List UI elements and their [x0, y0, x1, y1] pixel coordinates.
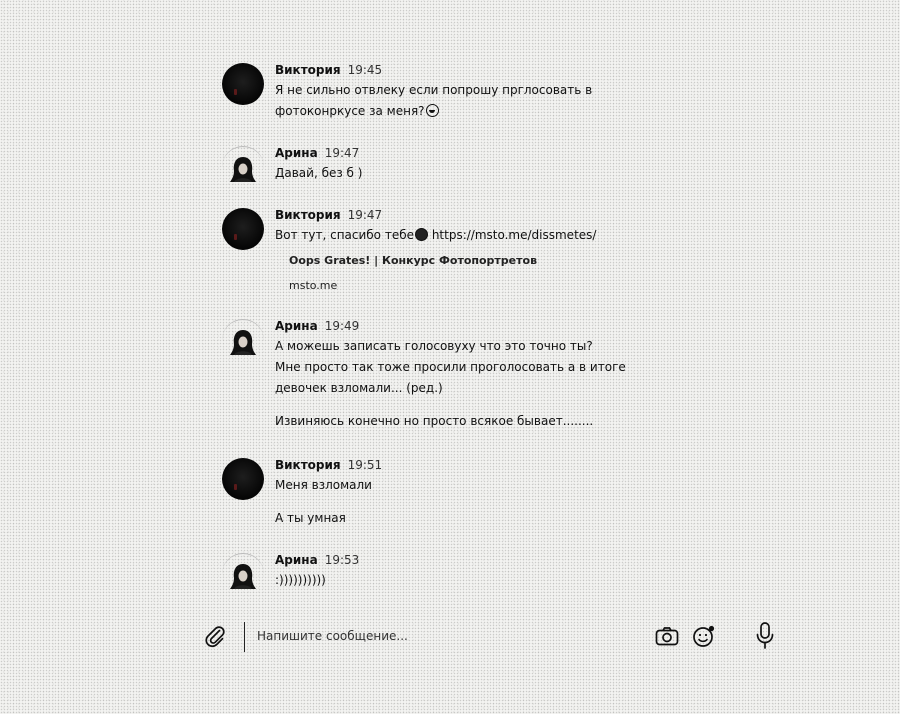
- message-time: 19:45: [347, 63, 383, 77]
- message-text-line: Вот тут, спасибо тебе https://msto.me/di…: [275, 225, 695, 246]
- message-text: А можешь записать голосовуху что это точ…: [275, 339, 593, 353]
- message-text-line: фотоконркусе за меня?: [275, 101, 695, 122]
- author-name[interactable]: Виктория: [275, 458, 341, 472]
- link-preview-url[interactable]: msto.me: [289, 273, 695, 299]
- avatar[interactable]: [222, 458, 264, 500]
- message-text: Давай, без б ): [275, 166, 363, 180]
- message-text: девочек взломали... (ред.): [275, 381, 443, 395]
- camera-button[interactable]: [652, 618, 682, 654]
- avatar[interactable]: [222, 208, 264, 250]
- message-text: Мне просто так тоже просили проголосоват…: [275, 360, 626, 374]
- message-input[interactable]: [257, 624, 627, 648]
- message-content: Арина 19:53 :)))))))))): [275, 553, 695, 591]
- author-name[interactable]: Арина: [275, 553, 318, 567]
- message-time: 19:47: [324, 146, 360, 160]
- message-header: Арина 19:53: [275, 553, 695, 568]
- link-preview[interactable]: Oops Grates! | Конкурс Фотопортретов mst…: [289, 249, 695, 299]
- message-time: 19:53: [324, 553, 360, 567]
- message-text: фотоконркусе за меня?: [275, 104, 425, 118]
- message-composer: [195, 618, 795, 658]
- link-preview-title[interactable]: Oops Grates! | Конкурс Фотопортретов: [289, 249, 695, 273]
- microphone-icon: [756, 622, 774, 649]
- message-text: Извиняюсь конечно но просто всякое бывае…: [275, 414, 594, 428]
- message-text: :)))))))))): [275, 573, 326, 587]
- sticker-icon: [693, 625, 715, 647]
- paperclip-icon: [205, 626, 225, 648]
- camera-icon: [655, 627, 679, 646]
- message-content: Арина 19:49 А можешь записать голосовуху …: [275, 319, 695, 432]
- avatar[interactable]: [222, 553, 264, 595]
- sticker-button[interactable]: [689, 618, 719, 654]
- message-text: А ты умная: [275, 511, 346, 525]
- message-text: Вот тут, спасибо тебе: [275, 228, 414, 242]
- portrait-icon: [230, 330, 256, 355]
- author-name[interactable]: Виктория: [275, 63, 341, 77]
- avatar[interactable]: [222, 63, 264, 105]
- message-header: Виктория 19:51: [275, 458, 695, 473]
- message-link[interactable]: https://msto.me/dissmetes/: [428, 228, 597, 242]
- message-content: Виктория 19:47 Вот тут, спасибо тебе http…: [275, 208, 695, 299]
- laughing-emoji-icon: [425, 104, 439, 117]
- portrait-icon: [230, 564, 256, 589]
- message-header: Арина 19:47: [275, 146, 695, 161]
- author-name[interactable]: Виктория: [275, 208, 341, 222]
- message-header: Виктория 19:45: [275, 63, 695, 78]
- message-content: Арина 19:47 Давай, без б ): [275, 146, 695, 184]
- attach-button[interactable]: [200, 618, 230, 654]
- author-name[interactable]: Арина: [275, 146, 318, 160]
- kiss-emoji-icon: [415, 228, 428, 241]
- composer-divider: [244, 622, 245, 652]
- voice-message-button[interactable]: [750, 618, 780, 654]
- message-header: Виктория 19:47: [275, 208, 695, 223]
- message-header: Арина 19:49: [275, 319, 695, 334]
- avatar[interactable]: [222, 146, 264, 188]
- message-time: 19:47: [347, 208, 383, 222]
- avatar[interactable]: [222, 319, 264, 361]
- message-content: Виктория 19:51 Меня взломали А ты умная: [275, 458, 695, 529]
- chat-window: Виктория 19:45 Я не сильно отвлеку если п…: [0, 0, 900, 714]
- message-text: Меня взломали: [275, 478, 372, 492]
- portrait-icon: [230, 157, 256, 182]
- author-name[interactable]: Арина: [275, 319, 318, 333]
- message-content: Виктория 19:45 Я не сильно отвлеку если п…: [275, 63, 695, 122]
- message-time: 19:49: [324, 319, 360, 333]
- message-text: Я не сильно отвлеку если попрошу прглосо…: [275, 83, 593, 97]
- message-time: 19:51: [347, 458, 383, 472]
